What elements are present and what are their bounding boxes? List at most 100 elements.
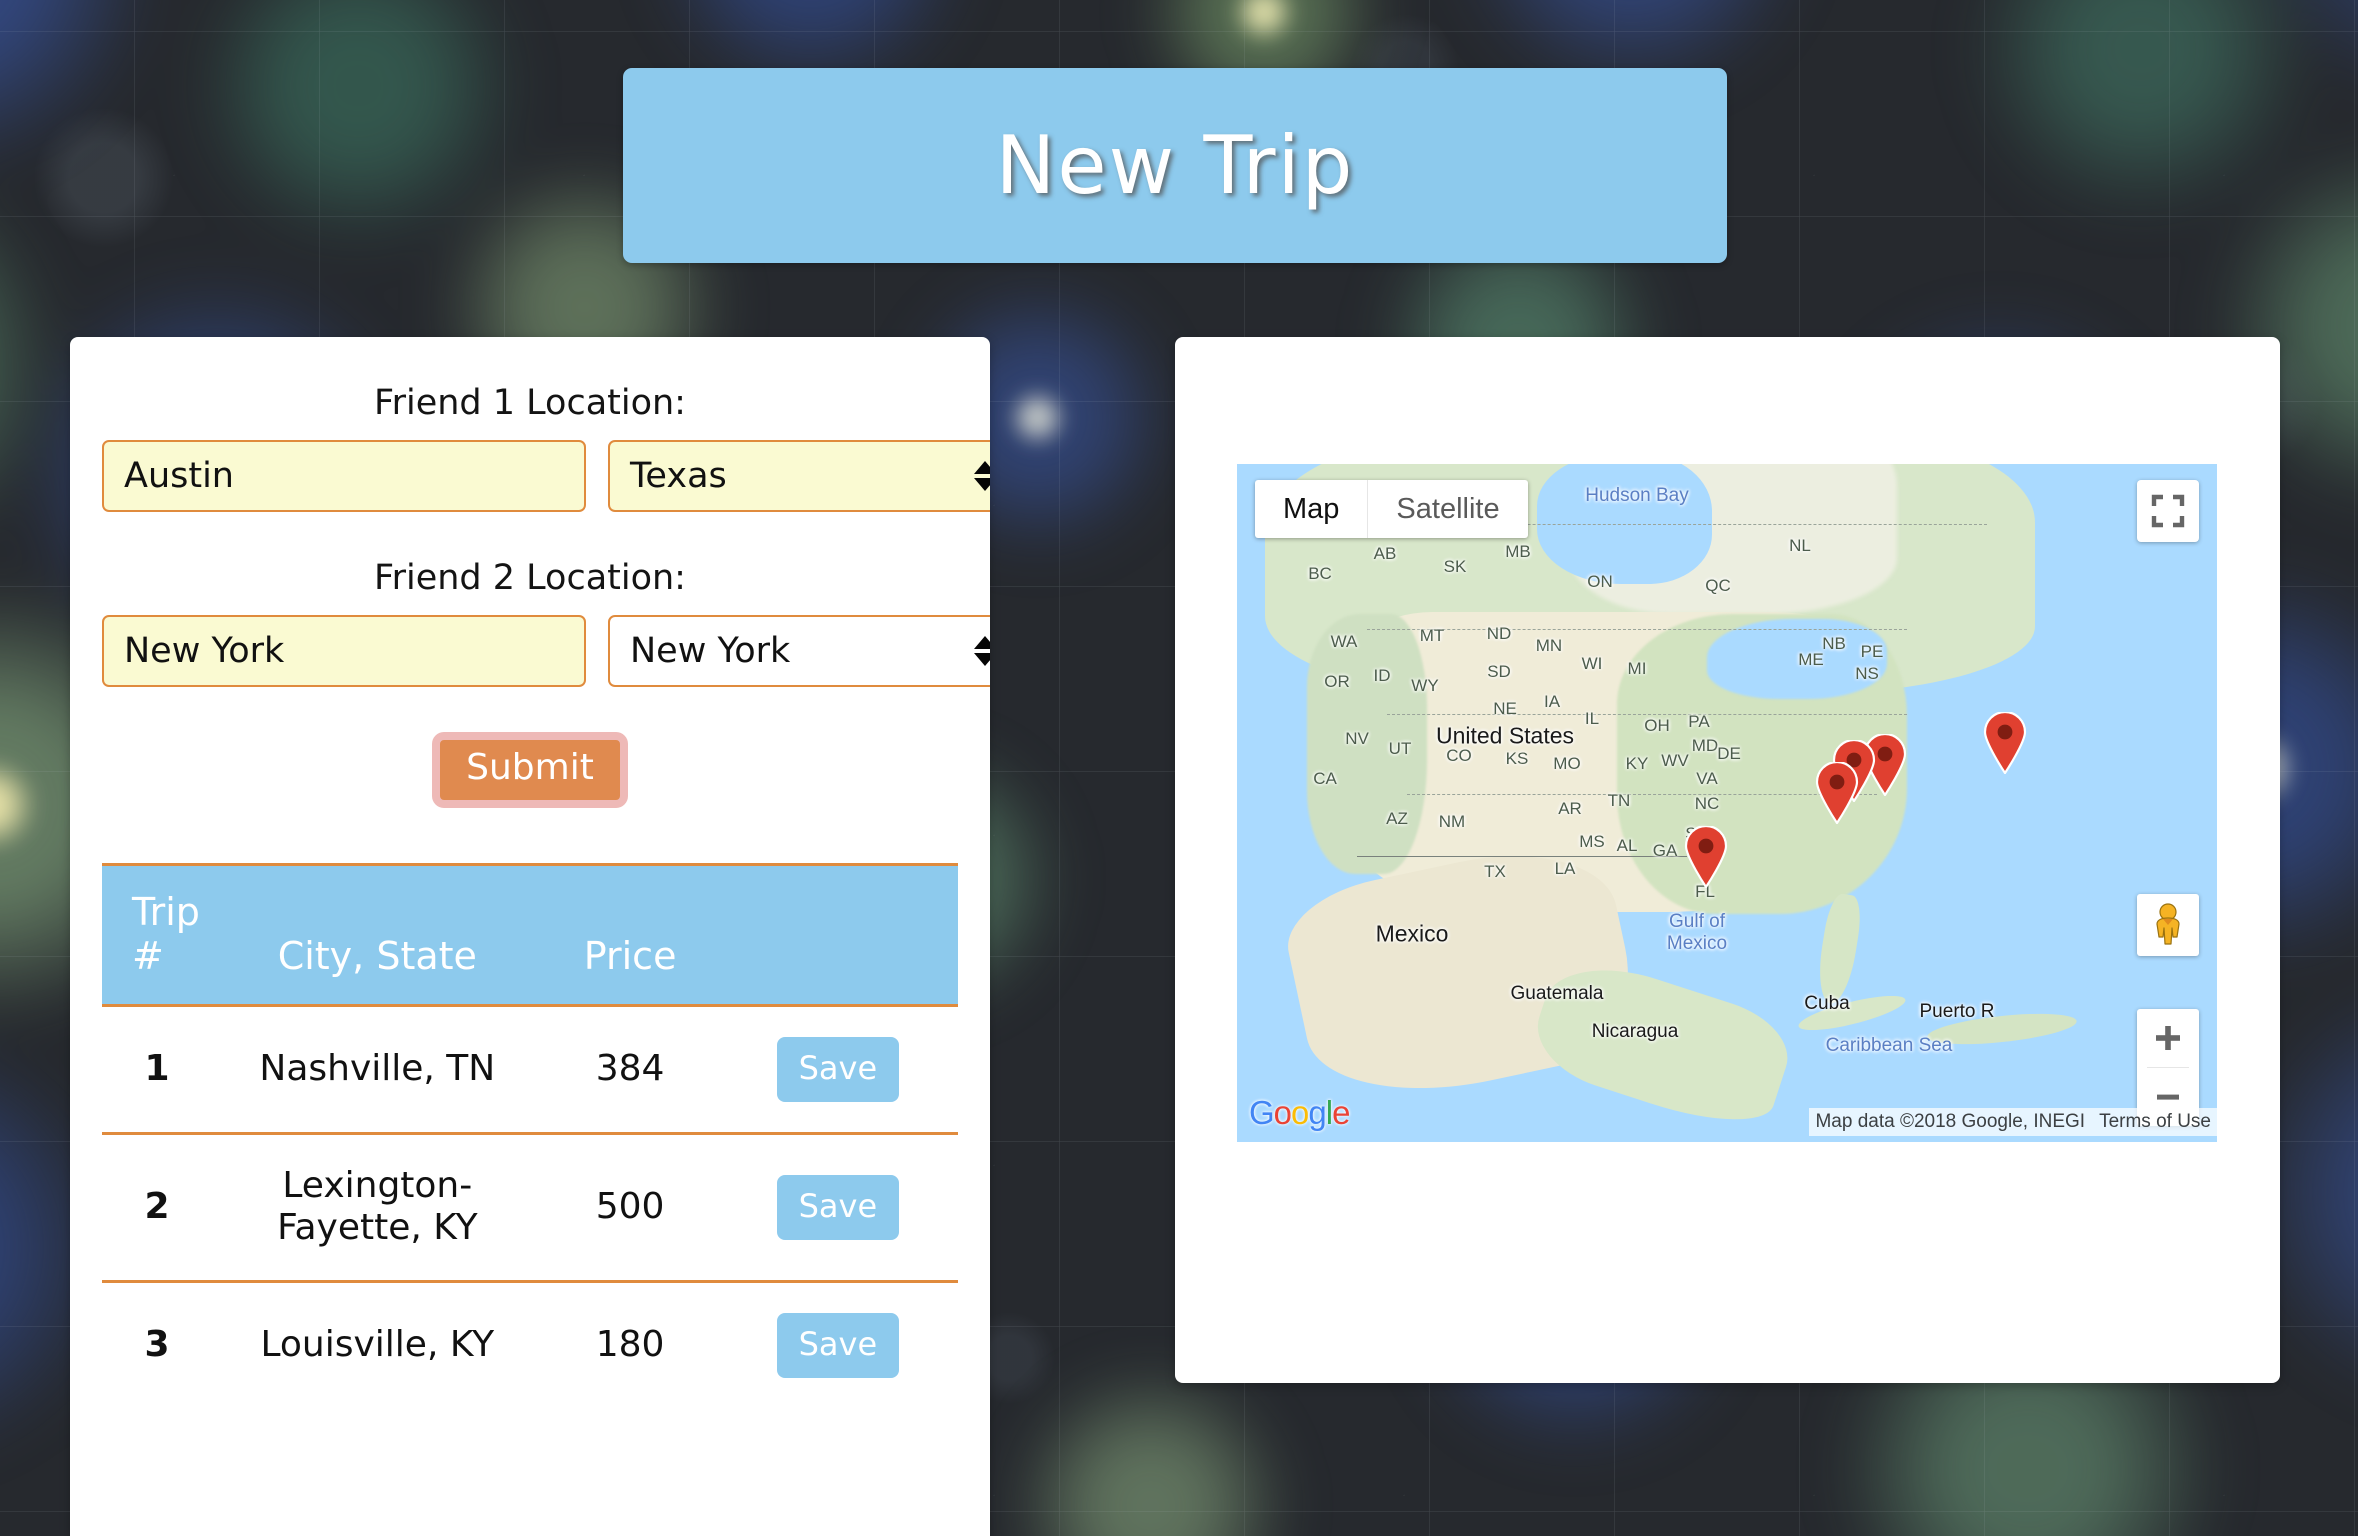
map-label: DE (1717, 744, 1741, 763)
cell-trip-number: 3 (102, 1279, 213, 1408)
map-label: ME (1798, 650, 1824, 669)
marker-new-york[interactable] (1982, 712, 2028, 774)
map-label: AR (1558, 799, 1582, 818)
map-label: Puerto R (1919, 1001, 1995, 1022)
map-label: AB (1373, 544, 1397, 563)
border-line (1367, 629, 1907, 630)
map-pin-icon (1684, 826, 1728, 888)
map-label: ON (1587, 572, 1613, 591)
page-title-banner: New Trip (623, 68, 1727, 263)
cell-trip-number: 2 (102, 1131, 213, 1282)
trips-table-body: 1 Nashville, TN 384 Save 2 Lexington-Fayette,… (102, 1003, 958, 1408)
map-label: PA (1688, 712, 1710, 731)
map-label: Nicaragua (1591, 1021, 1679, 1042)
map-label: AZ (1386, 809, 1408, 828)
map-label: Mexico (1375, 920, 1449, 947)
map-label: ND (1486, 624, 1512, 643)
usa-mexico-border (1357, 856, 1687, 857)
map-label: NE (1493, 699, 1517, 718)
cell-city-state: Louisville, KY (212, 1279, 543, 1408)
map-label: OH (1644, 716, 1670, 735)
col-header-action (717, 862, 958, 1006)
map-label: Hudson Bay (1585, 485, 1689, 506)
map-label: MT (1419, 626, 1445, 645)
submit-button[interactable]: Submit (432, 732, 628, 808)
friend2-state-value: New York (608, 615, 990, 687)
map-label: OR (1324, 672, 1350, 691)
friend1-location-row: Texas (102, 440, 990, 512)
google-letter: o (1291, 1094, 1309, 1131)
google-letter: g (1308, 1094, 1326, 1131)
google-letter: G (1249, 1094, 1275, 1131)
marker-kentucky[interactable] (1814, 762, 1860, 824)
map-label: Gulf of (1669, 911, 1725, 932)
cell-city-state: Lexington-Fayette, KY (212, 1131, 543, 1282)
save-button[interactable]: Save (776, 1036, 900, 1102)
save-button[interactable]: Save (776, 1312, 900, 1378)
google-map[interactable]: Hudson BaylaBCABSKMBONQCNLNBPENSMEWAORID… (1237, 464, 2217, 1142)
map-label: SK (1443, 557, 1467, 576)
cell-city-state: Nashville, TN (212, 1003, 543, 1134)
friend2-location-row: New York (102, 615, 990, 687)
map-label: NS (1855, 664, 1879, 683)
table-row: 1 Nashville, TN 384 Save (102, 1003, 958, 1134)
map-label: NC (1694, 794, 1720, 813)
google-letter: o (1273, 1094, 1292, 1131)
trips-table-header: Trip # City, State Price (102, 862, 958, 1006)
table-row: 2 Lexington-Fayette, KY 500 Save (102, 1131, 958, 1282)
cell-price: 500 (542, 1131, 718, 1282)
friend2-city-input[interactable] (102, 615, 586, 687)
map-label: LA (1554, 859, 1576, 878)
map-data-attribution: Map data ©2018 Google, INEGI (1815, 1111, 2086, 1132)
map-attribution: Map data ©2018 Google, INEGI Terms of Us… (1809, 1108, 2217, 1136)
map-type-satellite[interactable]: Satellite (1367, 480, 1527, 538)
map-label: KS (1505, 749, 1529, 768)
col-header-trip-number: Trip # (102, 862, 213, 1006)
map-label: TX (1484, 862, 1506, 881)
cell-action: Save (717, 1003, 958, 1134)
map-label: ID (1373, 666, 1391, 685)
terms-of-use-link[interactable]: Terms of Use (2099, 1111, 2211, 1133)
friend2-state-select[interactable]: New York (608, 615, 990, 687)
trip-form-card: Friend 1 Location: Texas Friend 2 Locati… (70, 337, 990, 1536)
street-view-pegman-button[interactable] (2137, 894, 2199, 956)
map-label: MO (1553, 754, 1581, 773)
plus-icon (2156, 1026, 2180, 1050)
map-label: MB (1505, 542, 1531, 561)
trips-table: Trip # City, State Price 1 Nashville, TN 3… (102, 862, 958, 1408)
save-button[interactable]: Save (776, 1174, 900, 1240)
map-label: United States (1435, 722, 1575, 749)
map-card: Hudson BaylaBCABSKMBONQCNLNBPENSMEWAORID… (1175, 337, 2280, 1383)
map-label: WA (1330, 632, 1358, 651)
submit-row: Submit (102, 732, 958, 808)
map-label: WV (1661, 751, 1689, 770)
map-label: NB (1822, 634, 1846, 653)
map-label: KY (1625, 754, 1649, 773)
border-line (1407, 794, 1877, 795)
map-label: MS (1579, 832, 1605, 851)
cell-action: Save (717, 1279, 958, 1408)
map-label: IA (1543, 692, 1561, 711)
pegman-icon (2156, 903, 2180, 945)
zoom-in-button[interactable] (2137, 1009, 2199, 1067)
map-type-map[interactable]: Map (1255, 480, 1367, 538)
cell-price: 384 (542, 1003, 718, 1134)
map-label: CA (1313, 769, 1337, 788)
map-label: Guatemala (1510, 983, 1604, 1004)
map-pin-icon (1983, 712, 2027, 774)
friend1-state-select[interactable]: Texas (608, 440, 990, 512)
marker-texas[interactable] (1683, 826, 1729, 888)
map-label: WI (1581, 654, 1603, 673)
map-label: TN (1607, 791, 1631, 810)
col-header-price: Price (542, 862, 718, 1006)
table-header-row: Trip # City, State Price (102, 862, 958, 1006)
friend1-city-input[interactable] (102, 440, 586, 512)
map-label: WY (1411, 676, 1439, 695)
friend1-location-label: Friend 1 Location: (374, 383, 686, 423)
map-label: Mexico (1666, 933, 1728, 954)
map-label: BC (1308, 564, 1332, 583)
fullscreen-button[interactable] (2137, 480, 2199, 542)
map-label: SD (1487, 662, 1511, 681)
map-type-toggle[interactable]: Map Satellite (1255, 480, 1528, 538)
col-header-trip-line2: # (132, 933, 164, 978)
